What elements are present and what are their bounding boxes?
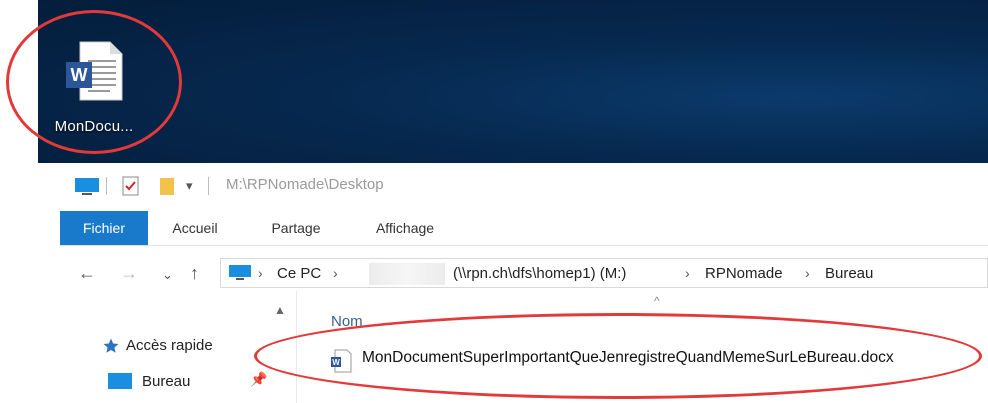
computer-icon[interactable] (74, 176, 100, 196)
desktop-folder-icon (108, 373, 132, 389)
up-arrow-icon[interactable]: ↑ (190, 263, 199, 283)
nav-item-acces-rapide[interactable]: Accès rapide (126, 337, 213, 354)
star-icon (103, 338, 119, 353)
pin-icon[interactable]: 📌 (250, 371, 267, 388)
separator (106, 177, 107, 195)
forward-arrow-icon[interactable]: → (120, 263, 138, 283)
file-list: ^ Nom W MonDocumentSuperImportantQueJenr… (304, 291, 988, 403)
tab-fichier[interactable]: Fichier (60, 211, 148, 245)
file-explorer-window: ▾ M:\RPNomade\Desktop Fichier Accueil Pa… (60, 163, 988, 403)
breadcrumb-drive[interactable]: (\\rpn.ch\dfs\homep1) (M:) (453, 265, 626, 282)
breadcrumb-bureau[interactable]: Bureau (825, 265, 873, 282)
ribbon-tabs: Fichier Accueil Partage Affichage (60, 211, 988, 246)
nav-item-bureau[interactable]: Bureau (142, 373, 190, 390)
address-bar[interactable]: › Ce PC › (\\rpn.ch\dfs\homep1) (M:) › R… (220, 258, 988, 288)
this-pc-icon (229, 265, 251, 280)
new-folder-icon[interactable] (158, 176, 178, 196)
desktop-file-icon[interactable]: W MonDocu... (44, 28, 144, 143)
breadcrumb-chevron: › (805, 265, 810, 281)
breadcrumb-ce-pc[interactable]: Ce PC (277, 265, 321, 282)
word-document-icon: W (331, 349, 352, 373)
back-arrow-icon[interactable]: ← (78, 263, 96, 283)
navigation-pane-scrollbar[interactable] (296, 291, 297, 403)
navigation-pane: ▲ Accès rapide Bureau 📌 (60, 291, 304, 403)
desktop-background: W MonDocu... (38, 0, 988, 163)
word-document-icon: W (66, 41, 123, 101)
redacted-drive-name (369, 263, 445, 285)
title-bar: ▾ M:\RPNomade\Desktop (60, 163, 988, 211)
address-bar-row: ← → ⌄ ↑ › Ce PC › (\\rpn.ch\dfs\homep1) … (60, 255, 988, 291)
file-name: MonDocumentSuperImportantQueJenregistreQ… (362, 349, 894, 366)
breadcrumb-chevron: › (258, 265, 263, 281)
column-header-nom[interactable]: Nom (331, 313, 363, 330)
breadcrumb-rpnomade[interactable]: RPNomade (705, 265, 783, 282)
recent-locations-chevron-icon[interactable]: ⌄ (162, 265, 173, 285)
svg-text:W: W (71, 65, 88, 85)
svg-text:W: W (332, 358, 340, 367)
scroll-up-icon[interactable]: ▲ (274, 303, 286, 317)
separator (208, 177, 209, 195)
tab-accueil[interactable]: Accueil (156, 211, 234, 245)
breadcrumb-chevron: › (685, 265, 690, 281)
quick-access-dropdown-icon[interactable]: ▾ (186, 176, 193, 196)
properties-icon[interactable] (120, 176, 142, 196)
tab-affichage[interactable]: Affichage (358, 211, 452, 245)
breadcrumb-chevron: › (333, 265, 338, 281)
sort-ascending-icon: ^ (654, 294, 660, 308)
tab-partage[interactable]: Partage (256, 211, 336, 245)
desktop-file-label: MonDocu... (54, 118, 134, 135)
window-title: M:\RPNomade\Desktop (226, 176, 384, 193)
